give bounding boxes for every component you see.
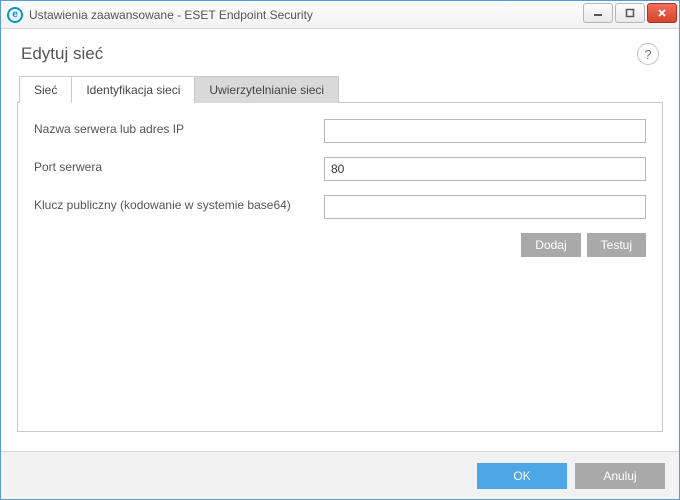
maximize-button[interactable] (615, 3, 645, 23)
close-button[interactable] (647, 3, 677, 23)
tab-panel: Nazwa serwera lub adres IP Port serwera … (17, 102, 663, 432)
row-public-key: Klucz publiczny (kodowanie w systemie ba… (34, 195, 646, 219)
help-button[interactable]: ? (637, 43, 659, 65)
page-title: Edytuj sieć (21, 44, 637, 64)
titlebar: e Ustawienia zaawansowane - ESET Endpoin… (1, 1, 679, 29)
footer: OK Anuluj (1, 451, 679, 499)
tab-siec[interactable]: Sieć (19, 76, 72, 103)
input-server-address[interactable] (324, 119, 646, 143)
maximize-icon (625, 8, 635, 18)
tabs: Sieć Identyfikacja sieci Uwierzytelniani… (19, 76, 663, 103)
window-title: Ustawienia zaawansowane - ESET Endpoint … (29, 8, 583, 22)
row-server-port: Port serwera (34, 157, 646, 181)
input-public-key[interactable] (324, 195, 646, 219)
content: Sieć Identyfikacja sieci Uwierzytelniani… (1, 75, 679, 451)
input-server-port[interactable] (324, 157, 646, 181)
tab-uwierzytelnianie-sieci[interactable]: Uwierzytelnianie sieci (194, 76, 339, 103)
app-icon: e (7, 7, 23, 23)
label-public-key: Klucz publiczny (kodowanie w systemie ba… (34, 195, 324, 212)
label-server-port: Port serwera (34, 157, 324, 174)
header: Edytuj sieć ? (1, 29, 679, 75)
window-controls (583, 1, 679, 28)
test-button[interactable]: Testuj (587, 233, 646, 257)
cancel-button[interactable]: Anuluj (575, 463, 665, 489)
tab-identyfikacja-sieci[interactable]: Identyfikacja sieci (71, 76, 195, 103)
panel-buttons: Dodaj Testuj (34, 233, 646, 257)
add-button[interactable]: Dodaj (521, 233, 580, 257)
row-server-address: Nazwa serwera lub adres IP (34, 119, 646, 143)
window: e Ustawienia zaawansowane - ESET Endpoin… (0, 0, 680, 500)
label-server-address: Nazwa serwera lub adres IP (34, 119, 324, 136)
minimize-button[interactable] (583, 3, 613, 23)
ok-button[interactable]: OK (477, 463, 567, 489)
minimize-icon (593, 8, 603, 18)
close-icon (657, 8, 667, 18)
